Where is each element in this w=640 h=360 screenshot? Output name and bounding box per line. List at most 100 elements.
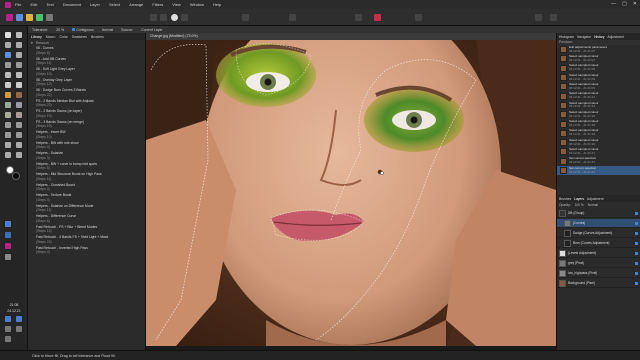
red-eye-tool-icon[interactable]: [5, 122, 11, 128]
tab-library[interactable]: Library: [31, 35, 42, 39]
menu-document[interactable]: Document: [63, 2, 81, 7]
menu-edit[interactable]: Edit: [30, 2, 37, 7]
arrange-icon[interactable]: [535, 14, 542, 21]
tab-adjustment[interactable]: Adjustment: [587, 197, 604, 201]
menu-select[interactable]: Select: [109, 2, 120, 7]
macro-item[interactable]: Helpers - Crosshed Boost (Steps 4): [36, 183, 145, 194]
layer-row[interactable]: Background (Pixel): [557, 279, 640, 288]
macro-item[interactable]: Helpers - Texture Boost (Steps 4): [36, 193, 145, 204]
visibility-checkbox-icon[interactable]: [635, 231, 638, 235]
history-item[interactable]: Select sampled colour 04:12:21 - 21:21:21: [557, 147, 640, 156]
layer-row[interactable]: grey (Pixel): [557, 259, 640, 268]
menu-file[interactable]: File: [15, 2, 21, 7]
opacity-value[interactable]: 100 %: [575, 203, 584, 207]
dodge-brush-icon[interactable]: [5, 92, 11, 98]
menu-layer[interactable]: Layer: [90, 2, 100, 7]
tab-brushes[interactable]: Brushes: [559, 197, 571, 201]
assistant-icon[interactable]: [550, 14, 557, 21]
persona-liquify-icon[interactable]: [16, 14, 23, 21]
macro-item[interactable]: FS - 2 Bands Gauss (on layer) (Steps 19): [36, 109, 145, 120]
snapping-icon[interactable]: [415, 14, 422, 21]
burn-brush-icon[interactable]: [16, 92, 22, 98]
taskbar-app-icon[interactable]: [5, 243, 11, 249]
macro-item[interactable]: 08 - Dodge Burn Curves 3 Bands (Steps 22): [36, 88, 145, 99]
history-item[interactable]: Set current selection 04:12:21 - 21:21:21: [557, 165, 640, 176]
macro-item[interactable]: Fast Retouch - FS + Blur + Blend Modes (S…: [36, 225, 145, 236]
layer-row[interactable]: DB (Group): [557, 209, 640, 218]
macro-item[interactable]: 08 - Overlay Grey Layer (Steps 12): [36, 78, 145, 89]
clone-brush-icon[interactable]: [16, 102, 22, 108]
healing-brush-icon[interactable]: [5, 112, 11, 118]
layer-row[interactable]: (Levels Adjustment): [557, 249, 640, 258]
source-dropdown[interactable]: Current Layer: [141, 28, 162, 32]
tray-icon[interactable]: [5, 336, 11, 342]
macro-item[interactable]: Helpers - Solarize on Difference Mode (St…: [36, 204, 145, 215]
layer-row[interactable]: (Curves): [557, 219, 640, 228]
flood-select-icon[interactable]: [5, 52, 11, 58]
visibility-checkbox-icon[interactable]: [635, 281, 638, 285]
tab-macro[interactable]: Macro: [46, 35, 56, 39]
crop-tool-icon[interactable]: [5, 42, 11, 48]
pixel-tool-icon[interactable]: [16, 72, 22, 78]
macro-item[interactable]: Fast Retouch - Inverted High Pass (Steps …: [36, 246, 145, 257]
macro-item[interactable]: FS - 3 Bands Gauss (on merge) (Steps 19): [36, 120, 145, 131]
maximize-icon[interactable]: ▢: [622, 1, 627, 7]
tab-navigator[interactable]: Navigator: [577, 35, 591, 39]
tolerance-value[interactable]: 20 %: [56, 28, 64, 32]
history-item[interactable]: Select sampled colour 04:12:21 - 21:21:18: [557, 119, 640, 128]
fill-tool-icon[interactable]: [16, 82, 22, 88]
secondary-color-swatch[interactable]: [12, 172, 20, 180]
view-tool-icon[interactable]: [16, 32, 22, 38]
contiguous-checkbox[interactable]: Contiguous: [72, 27, 94, 32]
tray-volume-icon[interactable]: [16, 316, 22, 322]
history-item[interactable]: Select sampled colour 04:12:21 - 21:21:14: [557, 91, 640, 100]
smudge-brush-icon[interactable]: [16, 122, 22, 128]
tab-layers[interactable]: Layers: [574, 197, 584, 201]
taskbar-app-icon[interactable]: [5, 232, 11, 238]
menu-view[interactable]: View: [172, 2, 181, 7]
history-item[interactable]: Select sampled colour 04:12:21 - 21:21:19: [557, 129, 640, 138]
text-tool-icon[interactable]: [5, 152, 11, 158]
rotate-icon[interactable]: [242, 14, 249, 21]
persona-photo-icon[interactable]: [6, 14, 13, 21]
macro-item[interactable]: 08 - Add DB Curves (Steps 11): [36, 57, 145, 68]
menu-arrange[interactable]: Arrange: [129, 2, 143, 7]
selection-mode-icon[interactable]: [355, 14, 362, 21]
blemish-tool-icon[interactable]: [16, 112, 22, 118]
persona-develop-icon[interactable]: [26, 14, 33, 21]
close-icon[interactable]: ✕: [633, 1, 637, 7]
history-item[interactable]: Edit adjustments parameters 04:12:21 - 21…: [557, 45, 640, 54]
shape-tool-icon[interactable]: [16, 142, 22, 148]
layer-row[interactable]: Burn (Curves Adjustment): [557, 239, 640, 248]
visibility-checkbox-icon[interactable]: [635, 261, 638, 265]
macro-item[interactable]: 08 - Curves (Steps 6): [36, 46, 145, 57]
view-tool-icon[interactable]: [150, 14, 157, 21]
selection-brush-icon[interactable]: [16, 42, 22, 48]
taskbar-app-icon[interactable]: [5, 221, 11, 227]
sharpen-brush-icon[interactable]: [16, 132, 22, 138]
tray-icon[interactable]: [16, 326, 22, 332]
tray-icon[interactable]: [5, 326, 11, 332]
move-tool-icon[interactable]: [5, 32, 11, 38]
macro-item[interactable]: Helpers - BW + curve to bump mid spots (S…: [36, 162, 145, 173]
tab-color[interactable]: Color: [59, 35, 67, 39]
tab-histogram[interactable]: Histogram: [559, 35, 574, 39]
zoom-tool-icon[interactable]: [16, 152, 22, 158]
pen-tool-icon[interactable]: [5, 142, 11, 148]
menu-text[interactable]: Text: [46, 2, 53, 7]
tab-history[interactable]: History: [594, 35, 604, 39]
history-item[interactable]: Select sampled colour 04:12:21 - 21:21:16: [557, 110, 640, 119]
document-tab[interactable]: Change.jpg (Modified) (73.0%): [146, 33, 556, 40]
refine-selection-icon[interactable]: [374, 14, 381, 21]
menu-help[interactable]: Help: [213, 2, 221, 7]
macro-item[interactable]: Helpers - BW with rule show (Steps 4): [36, 141, 145, 152]
macro-item[interactable]: FS - 2 Bands Median Blur with Adjusts (St…: [36, 99, 145, 110]
visibility-checkbox-icon[interactable]: [635, 271, 638, 275]
macro-item[interactable]: 08 - Soft Light Grey Layer (Steps 10): [36, 67, 145, 78]
history-item[interactable]: Select sampled colour 04:12:21 - 21:21:09: [557, 64, 640, 73]
color-picker-icon[interactable]: [16, 62, 22, 68]
taskbar-app-icon[interactable]: [5, 254, 11, 260]
tray-network-icon[interactable]: [5, 316, 11, 322]
paint-brush-icon[interactable]: [5, 72, 11, 78]
tab-brushes[interactable]: Brushes: [91, 35, 104, 39]
